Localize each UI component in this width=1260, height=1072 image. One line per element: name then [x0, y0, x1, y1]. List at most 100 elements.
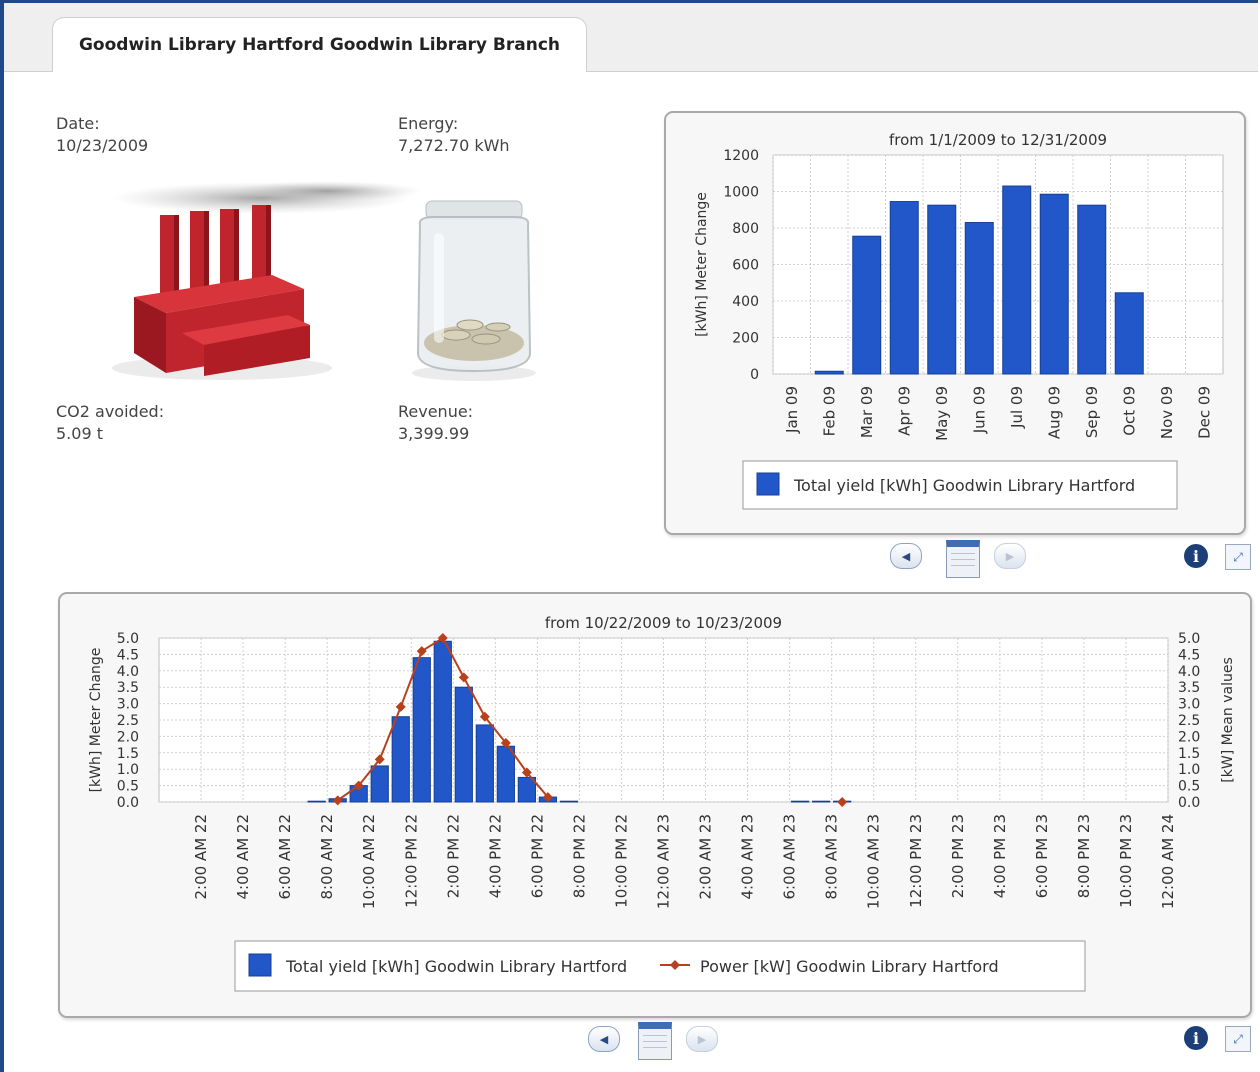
tab-strip: Goodwin Library Hartford Goodwin Library…	[4, 3, 1258, 72]
revenue-field: Revenue: 3,399.99	[398, 401, 473, 445]
x-tick-label: 4:00 AM 23	[739, 814, 757, 900]
y-tick-label: 0.5	[117, 779, 139, 795]
date-label: Date:	[56, 114, 100, 133]
bar-7-00-am-23	[812, 800, 831, 803]
x-tick-label: 8:00 AM 22	[318, 814, 336, 900]
x-tick-label: Dec 09	[1195, 386, 1213, 439]
y2-tick-label: 5.0	[1178, 631, 1200, 647]
x-tick-label: 2:00 AM 22	[192, 814, 210, 900]
daily-chart-panel: 0.0 0.0 0.5 0.5 1.0 1.0 1.5 1.5 2.0 2.0 2.5 2.5 3.0 3…	[58, 592, 1252, 1018]
bar-mar-09	[852, 235, 882, 375]
y2-tick-label: 2.5	[1178, 713, 1200, 729]
y-tick-label: 5.0	[117, 631, 139, 647]
y-tick-label: 4.0	[117, 664, 139, 680]
x-tick-label: Apr 09	[895, 386, 913, 436]
legend-swatch-total-yield	[248, 953, 272, 977]
x-tick-label: 6:00 PM 22	[528, 814, 546, 898]
bar-apr-09	[889, 201, 919, 375]
y-tick-label: 600	[732, 258, 759, 274]
x-tick-label: Oct 09	[1120, 386, 1138, 436]
y-axis-label: [kWh] Meter Change	[694, 192, 710, 337]
legend-label-power: Power [kW] Goodwin Library Hartford	[700, 957, 999, 976]
x-tick-label: Mar 09	[858, 386, 876, 438]
bar-11-00-am-22	[391, 716, 410, 803]
next-day-button[interactable]: ▶	[686, 1026, 718, 1052]
tab-title: Goodwin Library Hartford Goodwin Library…	[78, 35, 561, 55]
bar-2-00-pm-22	[454, 686, 473, 803]
y2-tick-label: 4.0	[1178, 664, 1200, 680]
y2-tick-label: 4.5	[1178, 647, 1200, 663]
bar-1-00-pm-22	[433, 640, 452, 803]
x-tick-label: 10:00 AM 23	[865, 814, 883, 909]
window-frame: Goodwin Library Hartford Goodwin Library…	[0, 0, 1258, 1072]
y2-tick-label: 2.0	[1178, 729, 1200, 745]
bar-jun-09	[964, 222, 994, 375]
revenue-value: 3,399.99	[398, 424, 470, 443]
legend-label-total-yield: Total yield [kWh] Goodwin Library Hartfo…	[793, 476, 1135, 495]
x-tick-label: 6:00 AM 23	[781, 814, 799, 900]
y-tick-label: 1.5	[117, 746, 139, 762]
bar-may-09	[927, 204, 957, 375]
x-tick-label: 10:00 AM 22	[360, 814, 378, 909]
x-tick-label: Aug 09	[1045, 386, 1063, 439]
x-tick-label: 6:00 PM 23	[1033, 814, 1051, 898]
y-tick-label: 3.0	[117, 697, 139, 713]
fullscreen-icon[interactable]: ⤢	[1225, 544, 1251, 570]
y2-tick-label: 3.0	[1178, 697, 1200, 713]
chevron-left-icon: ◀	[901, 549, 911, 563]
revenue-label: Revenue:	[398, 402, 474, 421]
daily-chart: 0.0 0.00.5 0.51.0 1.01.5 1.52.0 2.02.5 2.53.0 3…	[88, 614, 1236, 992]
x-tick-label: 12:00 PM 23	[907, 814, 925, 908]
y2-axis-label: [kW] Mean values	[1220, 657, 1236, 782]
bar-10-00-am-22	[370, 765, 389, 803]
co2-label: CO2 avoided:	[56, 402, 165, 421]
bar-5-00-pm-22	[517, 776, 536, 803]
bar-jul-09	[1002, 185, 1032, 375]
y-tick-label: 1.0	[117, 762, 139, 778]
bar-oct-09	[1114, 292, 1144, 375]
x-tick-label: Jun 09	[970, 386, 988, 434]
x-tick-label: Sep 09	[1083, 386, 1101, 438]
coin-jar-icon	[412, 200, 536, 381]
legend-swatch-total-yield	[756, 472, 780, 496]
legend-label-total-yield: Total yield [kWh] Goodwin Library Hartfo…	[285, 957, 627, 976]
chart-title: from 1/1/2009 to 12/31/2009	[889, 131, 1107, 149]
prev-day-button[interactable]: ◀	[588, 1026, 620, 1052]
x-tick-label: 8:00 PM 23	[1075, 814, 1093, 898]
calendar-icon[interactable]	[946, 540, 980, 578]
x-tick-label: 12:00 AM 23	[655, 814, 673, 909]
tab-goodwin-library[interactable]: Goodwin Library Hartford Goodwin Library…	[52, 17, 587, 72]
fullscreen-icon[interactable]: ⤢	[1225, 1026, 1251, 1052]
daily-chart-nav: ◀ ▶	[588, 1022, 738, 1060]
x-tick-label: 12:00 AM 24	[1159, 814, 1177, 909]
x-tick-label: Jul 09	[1008, 386, 1026, 429]
bar-sep-09	[1077, 204, 1107, 375]
y-tick-label: 1000	[723, 185, 759, 201]
x-tick-label: 2:00 PM 23	[949, 814, 967, 898]
bar-6-00-am-23	[791, 800, 810, 803]
x-tick-label: 2:00 AM 23	[697, 814, 715, 900]
y2-tick-label: 3.5	[1178, 680, 1200, 696]
x-tick-label: Feb 09	[820, 386, 838, 436]
x-tick-label: 4:00 PM 22	[486, 814, 504, 898]
x-tick-label: 10:00 PM 22	[612, 814, 630, 908]
x-tick-label: May 09	[933, 386, 951, 441]
x-tick-label: 4:00 PM 23	[991, 814, 1009, 898]
bar-4-00-pm-22	[496, 745, 515, 803]
date-field: Date: 10/23/2009	[56, 113, 148, 157]
prev-period-button[interactable]: ◀	[890, 543, 922, 569]
chevron-left-icon: ◀	[599, 1032, 609, 1046]
y-tick-label: 3.5	[117, 680, 139, 696]
calendar-icon[interactable]	[638, 1022, 672, 1060]
x-tick-label: 10:00 PM 23	[1117, 814, 1135, 908]
y2-tick-label: 1.0	[1178, 762, 1200, 778]
x-tick-label: 6:00 AM 22	[276, 814, 294, 900]
x-tick-label: 8:00 PM 22	[570, 814, 588, 898]
y-tick-label: 1200	[723, 148, 759, 164]
energy-field: Energy: 7,272.70 kWh	[398, 113, 510, 157]
info-icon[interactable]: i	[1184, 1026, 1208, 1050]
chevron-right-icon: ▶	[1005, 549, 1015, 563]
bar-7-00-pm-22	[559, 800, 579, 803]
next-period-button[interactable]: ▶	[994, 543, 1026, 569]
info-icon[interactable]: i	[1184, 544, 1208, 568]
